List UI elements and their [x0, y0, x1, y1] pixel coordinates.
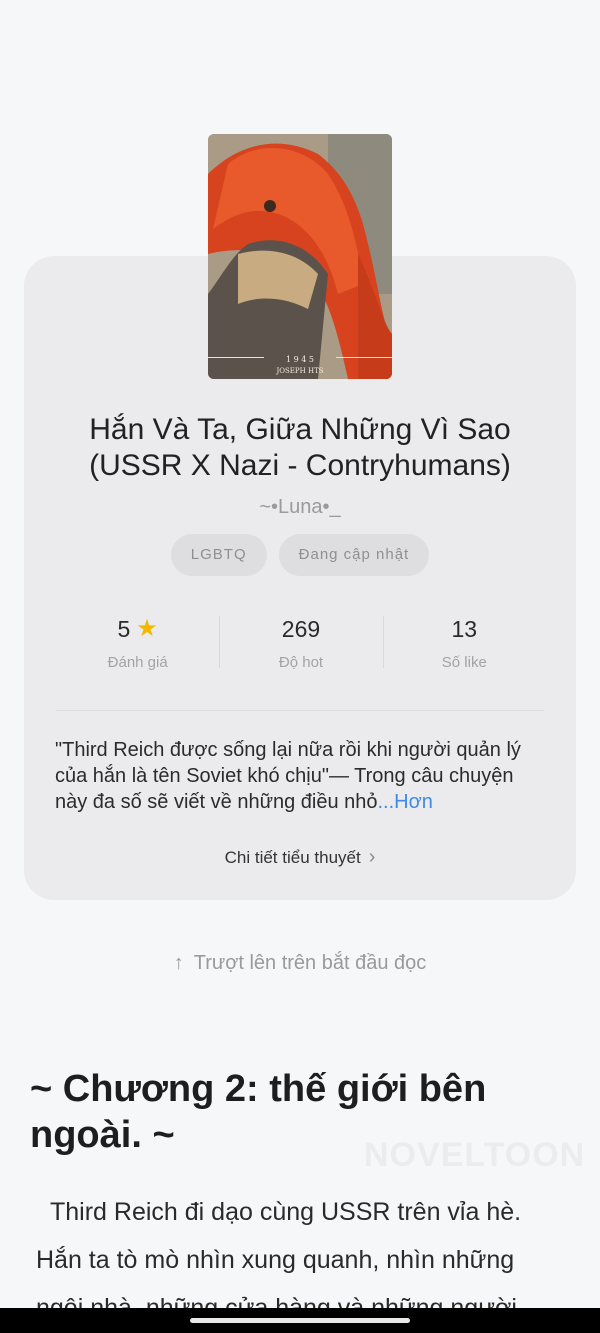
home-indicator[interactable] — [190, 1318, 410, 1323]
author-name[interactable]: ~•Luna•_ — [0, 496, 600, 519]
more-link[interactable]: ...Hơn — [378, 791, 433, 813]
swipe-up-hint: ↑ Trượt lên trên bắt đầu đọc — [0, 952, 600, 975]
likes-label: Số like — [441, 654, 487, 671]
stat-likes: 13 Số like — [382, 612, 546, 672]
rating-label: Đánh giá — [107, 654, 168, 671]
swipe-hint-text: Trượt lên trên bắt đầu đọc — [193, 952, 427, 974]
star-icon: ★ — [136, 615, 158, 642]
tag-list: LGBTQ Đang cập nhật — [0, 534, 600, 576]
cover-year-text: 1 9 4 5 — [286, 355, 314, 364]
rating-value: 5 — [117, 615, 131, 642]
cover-signature-text: JOSEPH HTS — [275, 367, 323, 375]
likes-value: 13 — [451, 615, 478, 642]
novel-title: Hắn Và Ta, Giữa Những Vì Sao (USSR X Naz… — [89, 413, 511, 482]
description-text: "Third Reich được sống lại nữa rồi khi n… — [55, 739, 521, 813]
stat-rating: 5 ★ Đánh giá — [56, 612, 219, 672]
tag-status[interactable]: Đang cập nhật — [278, 534, 430, 576]
stat-hot: 269 Độ hot — [219, 612, 382, 672]
system-navigation-bar — [0, 1308, 600, 1333]
hot-value: 269 — [281, 615, 321, 642]
details-label: Chi tiết tiểu thuyết — [224, 847, 361, 867]
tag-lgbtq[interactable]: LGBTQ — [170, 534, 267, 576]
hot-label: Độ hot — [278, 654, 324, 671]
novel-cover-image[interactable]: 1 9 4 5 JOSEPH HTS — [208, 134, 392, 379]
novel-details-link[interactable]: Chi tiết tiểu thuyết › — [0, 846, 600, 869]
card-divider — [56, 710, 544, 711]
chevron-right-icon: › — [368, 846, 376, 868]
stats-row: 5 ★ Đánh giá 269 Độ hot 13 Số like — [56, 612, 546, 672]
arrow-up-icon: ↑ — [173, 952, 184, 974]
watermark-logo: NOVELTOON — [364, 1136, 586, 1174]
novel-description: "Third Reich được sống lại nữa rồi khi n… — [55, 737, 547, 815]
